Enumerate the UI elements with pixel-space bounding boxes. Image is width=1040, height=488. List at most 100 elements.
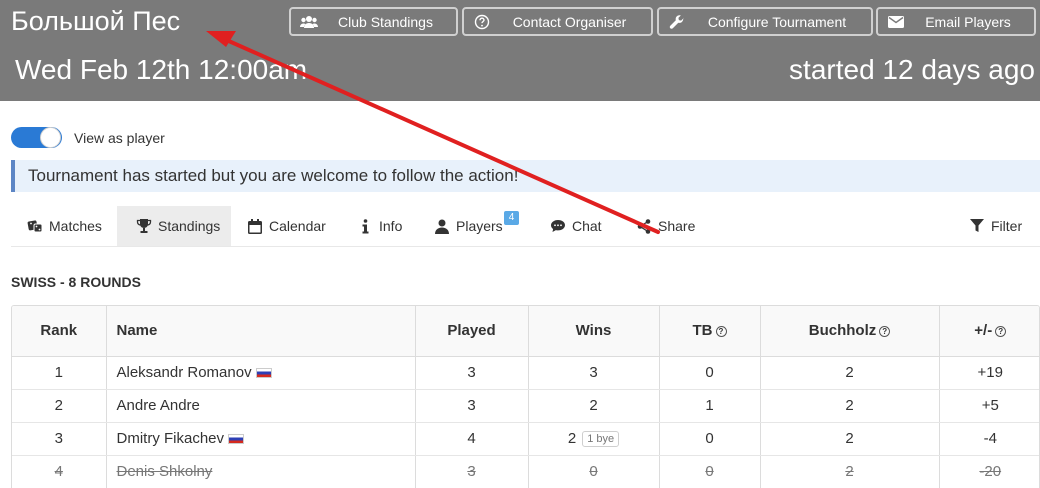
- tab-calendar[interactable]: Calendar: [247, 206, 337, 246]
- info-banner: Tournament has started but you are welco…: [11, 160, 1040, 192]
- russia-flag-icon: [228, 434, 245, 445]
- section-title: SWISS - 8 ROUNDS: [11, 274, 141, 290]
- tb-cell: 1: [659, 389, 761, 423]
- wins-value: 0: [589, 463, 598, 480]
- russia-flag-icon: [255, 368, 272, 379]
- col-buchholz[interactable]: Buchholz?: [760, 306, 940, 357]
- configure-tournament-label: Configure Tournament: [707, 13, 847, 30]
- name-cell[interactable]: Andre Andre: [106, 389, 416, 423]
- col-tb-label: TB: [692, 322, 713, 340]
- played-cell: 3: [415, 356, 529, 390]
- filter-label: Filter: [991, 218, 1023, 234]
- player-name[interactable]: Dmitry Fikachev: [117, 430, 225, 447]
- wins-value: 3: [589, 364, 598, 381]
- diff-cell: +19: [939, 356, 1039, 390]
- tb-cell: 0: [659, 422, 761, 456]
- player-name[interactable]: Andre Andre: [117, 397, 200, 414]
- played-cell: 3: [415, 389, 529, 423]
- help-icon[interactable]: ?: [879, 325, 891, 337]
- tab-info-label: Info: [379, 218, 403, 234]
- tab-matches-label: Matches: [49, 218, 102, 234]
- tab-matches[interactable]: Matches: [16, 206, 116, 246]
- filter-icon: [969, 218, 985, 234]
- table-row[interactable]: 4 Denis Shkolny 3 0 0 2 -20: [12, 455, 1039, 488]
- rank-cell: 1: [12, 356, 107, 390]
- filter-button[interactable]: Filter: [969, 206, 1039, 246]
- tournament-header: Большой Пес Wed Feb 12th 12:00am started…: [0, 0, 1040, 101]
- contact-organiser-label: Contact Organiser: [512, 13, 627, 30]
- table-row[interactable]: 2 Andre Andre 3 2 1 2 +5: [12, 389, 1039, 423]
- calendar-icon: [247, 218, 263, 234]
- buchholz-cell: 2: [760, 356, 940, 390]
- envelope-icon: [887, 13, 905, 31]
- tournament-tabs: Matches Standings Calendar Info Players …: [11, 206, 1040, 247]
- club-standings-button[interactable]: Club Standings: [289, 7, 458, 36]
- trophy-icon: [136, 218, 152, 234]
- chat-icon: [550, 218, 566, 234]
- wins-cell: 2 1 bye: [528, 422, 660, 456]
- col-wins[interactable]: Wins: [528, 306, 660, 357]
- buchholz-cell: 2: [760, 389, 940, 423]
- tab-calendar-label: Calendar: [269, 218, 326, 234]
- tab-info[interactable]: Info: [357, 206, 417, 246]
- player-name[interactable]: Denis Shkolny: [117, 463, 213, 480]
- name-cell[interactable]: Aleksandr Romanov: [106, 356, 416, 390]
- tab-chat[interactable]: Chat: [550, 206, 620, 246]
- view-as-player-toggle[interactable]: [11, 127, 62, 148]
- diff-cell: +5: [939, 389, 1039, 423]
- tab-chat-label: Chat: [572, 218, 602, 234]
- table-header-row: Rank Name Played Wins TB? Buchholz? +/-?: [12, 306, 1039, 357]
- wins-cell: 2: [528, 389, 660, 423]
- tab-share[interactable]: Share: [636, 206, 706, 246]
- info-icon: [357, 218, 373, 234]
- tournament-date: Wed Feb 12th 12:00am: [15, 54, 308, 85]
- tab-players-label: Players: [456, 218, 503, 234]
- diff-cell: -4: [939, 422, 1039, 456]
- col-rank[interactable]: Rank: [12, 306, 107, 357]
- tb-cell: 0: [659, 356, 761, 390]
- played-cell: 3: [415, 455, 529, 488]
- diff-cell: -20: [939, 455, 1039, 488]
- tb-cell: 0: [659, 455, 761, 488]
- contact-organiser-button[interactable]: Contact Organiser: [462, 7, 653, 36]
- col-played[interactable]: Played: [415, 306, 529, 357]
- users-icon: [300, 13, 318, 31]
- rank-cell: 4: [12, 455, 107, 488]
- player-name[interactable]: Aleksandr Romanov: [117, 364, 252, 381]
- buchholz-cell: 2: [760, 422, 940, 456]
- wrench-icon: [668, 13, 686, 31]
- col-diff[interactable]: +/-?: [939, 306, 1039, 357]
- rank-cell: 2: [12, 389, 107, 423]
- col-tb[interactable]: TB?: [659, 306, 761, 357]
- share-icon: [636, 218, 652, 234]
- wins-value: 2: [589, 397, 598, 414]
- wins-cell: 0: [528, 455, 660, 488]
- tab-players[interactable]: Players: [434, 206, 534, 246]
- name-cell[interactable]: Denis Shkolny: [106, 455, 416, 488]
- email-players-button[interactable]: Email Players: [876, 7, 1036, 36]
- table-row[interactable]: 3 Dmitry Fikachev 4 2 1 bye 0 2 -4: [12, 422, 1039, 456]
- players-count-badge: 4: [504, 211, 519, 225]
- user-icon: [434, 218, 450, 234]
- wins-cell: 3: [528, 356, 660, 390]
- col-buchholz-label: Buchholz: [808, 322, 877, 340]
- tab-standings-label: Standings: [158, 218, 221, 234]
- standings-table: Rank Name Played Wins TB? Buchholz? +/-?…: [11, 305, 1040, 488]
- tab-share-label: Share: [658, 218, 696, 234]
- help-icon[interactable]: ?: [995, 325, 1007, 337]
- name-cell[interactable]: Dmitry Fikachev: [106, 422, 416, 456]
- question-circle-icon: [473, 13, 491, 31]
- rank-cell: 3: [12, 422, 107, 456]
- toggle-knob: [40, 127, 61, 148]
- played-cell: 4: [415, 422, 529, 456]
- tournament-title: Большой Пес: [11, 6, 181, 36]
- tab-standings[interactable]: Standings: [117, 206, 231, 246]
- wins-value: 2: [567, 429, 577, 447]
- buchholz-cell: 2: [760, 455, 940, 488]
- table-row[interactable]: 1 Aleksandr Romanov 3 3 0 2 +19: [12, 356, 1039, 390]
- tournament-status: started 12 days ago: [789, 54, 1035, 85]
- configure-tournament-button[interactable]: Configure Tournament: [657, 7, 873, 36]
- col-name[interactable]: Name: [106, 306, 416, 357]
- col-diff-label: +/-: [974, 322, 993, 340]
- help-icon[interactable]: ?: [715, 325, 727, 337]
